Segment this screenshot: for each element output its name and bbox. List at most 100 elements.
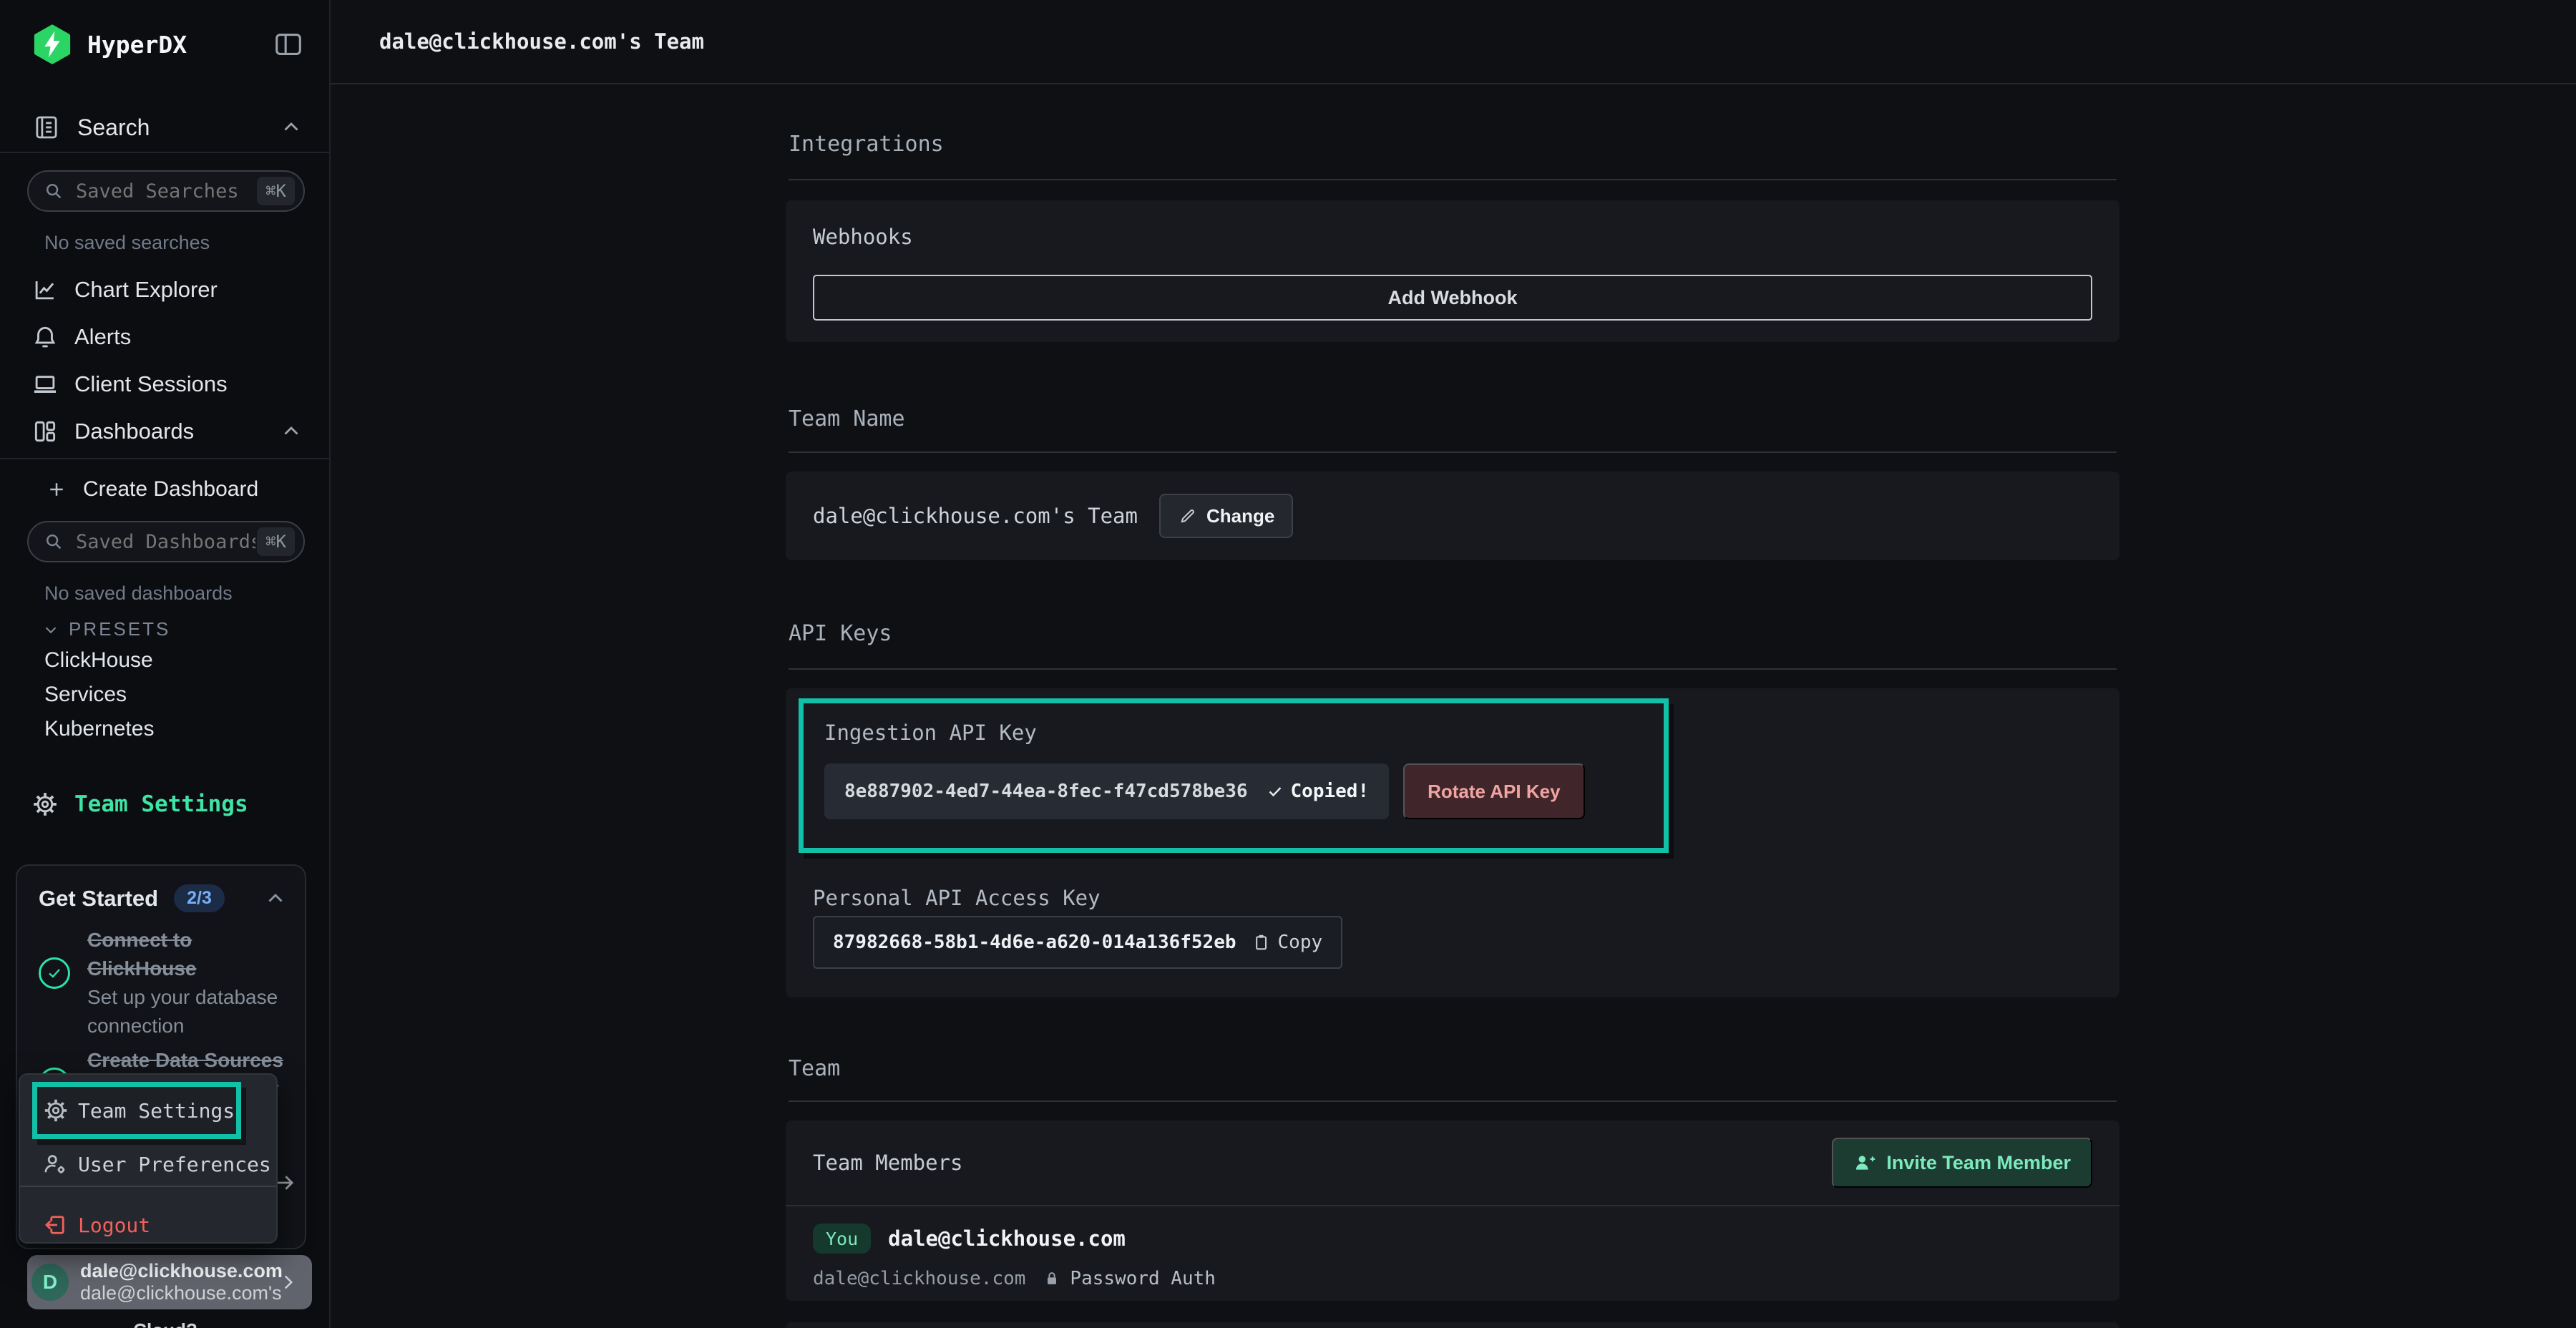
- avatar: D: [31, 1264, 69, 1301]
- saved-dashboards-input[interactable]: ⌘K: [27, 521, 305, 562]
- member-email-secondary: dale@clickhouse.com: [813, 1268, 1025, 1289]
- search-section-icon: [31, 112, 62, 142]
- sidebar-section-search[interactable]: Search: [0, 106, 329, 149]
- saved-searches-shortcut: ⌘K: [257, 177, 295, 205]
- webhooks-card: Webhooks Add Webhook: [786, 200, 2119, 342]
- preset-clickhouse[interactable]: ClickHouse: [44, 648, 153, 673]
- saved-dashboards-field[interactable]: [74, 530, 257, 554]
- chevron-up-icon[interactable]: [263, 887, 288, 911]
- sidebar-item-label: Client Sessions: [74, 371, 303, 397]
- pencil-icon: [1178, 506, 1198, 526]
- team-settings-link-label: Team Settings: [74, 791, 248, 817]
- member-auth-method: Password Auth: [1070, 1268, 1216, 1289]
- saved-dashboards-shortcut: ⌘K: [257, 527, 295, 556]
- no-saved-dashboards-note: No saved dashboards: [44, 582, 233, 605]
- webhooks-label: Webhooks: [813, 225, 2092, 249]
- ingestion-key-value: 8e887902-4ed7-44ea-8fec-f47cd578be36: [844, 781, 1248, 802]
- sidebar-divider: [0, 458, 329, 459]
- create-dashboard-button[interactable]: Create Dashboard: [0, 474, 329, 505]
- gear-icon: [42, 1097, 71, 1124]
- plus-icon: [46, 479, 67, 500]
- section-divider: [789, 451, 2117, 453]
- settings-content: Integrations Webhooks Add Webhook Team N…: [789, 84, 2117, 1328]
- gear-icon: [31, 791, 59, 818]
- team-name-card: dale@clickhouse.com's Team Change: [786, 472, 2119, 560]
- sidebar-item-alerts[interactable]: Alerts: [0, 320, 329, 354]
- collapse-sidebar-icon[interactable]: [272, 28, 305, 61]
- menu-item-logout[interactable]: Logout: [42, 1209, 150, 1241]
- change-button-label: Change: [1206, 505, 1274, 527]
- saved-searches-input[interactable]: ⌘K: [27, 170, 305, 212]
- menu-item-label: Logout: [78, 1214, 150, 1237]
- chevron-up-icon[interactable]: [279, 419, 303, 444]
- search-icon: [43, 531, 64, 552]
- hyperdx-logo-icon: [31, 24, 73, 65]
- search-icon: [43, 180, 64, 202]
- step-title: Connect to ClickHouse: [87, 929, 197, 980]
- sidebar-item-label: Dashboards: [74, 419, 279, 444]
- user-gear-icon: [42, 1151, 71, 1177]
- preset-kubernetes[interactable]: Kubernetes: [44, 717, 154, 741]
- section-divider: [789, 668, 2117, 670]
- sidebar-item-chart-explorer[interactable]: Chart Explorer: [0, 273, 329, 307]
- chart-explorer-icon: [31, 276, 59, 303]
- rotate-api-key-button[interactable]: Rotate API Key: [1403, 763, 1584, 819]
- clipboard-icon: [1251, 932, 1271, 952]
- chevron-right-icon: [276, 1270, 301, 1294]
- dashboards-icon: [31, 418, 59, 445]
- team-members-label: Team Members: [813, 1151, 963, 1175]
- copied-label: Copied!: [1291, 781, 1370, 802]
- menu-item-label: Team Settings: [78, 1099, 235, 1123]
- user-account-chip[interactable]: D dale@clickhouse.com dale@clickhouse.co…: [27, 1255, 312, 1309]
- team-header: Team: [789, 1056, 840, 1081]
- sidebar-item-client-sessions[interactable]: Client Sessions: [0, 367, 329, 401]
- sidebar-item-label: Chart Explorer: [74, 277, 303, 303]
- menu-item-team-settings[interactable]: Team Settings: [42, 1089, 241, 1132]
- step-complete-check-icon: [39, 957, 70, 989]
- add-webhook-button[interactable]: Add Webhook: [813, 275, 2092, 321]
- personal-key-chip[interactable]: 87982668-58b1-4d6e-a620-014a136f52eb Cop…: [813, 916, 1342, 969]
- bell-icon: [31, 323, 59, 351]
- get-started-title: Get Started: [39, 886, 158, 912]
- team-name-value: dale@clickhouse.com's Team: [813, 504, 1138, 528]
- member-email: dale@clickhouse.com: [888, 1226, 1126, 1251]
- saved-searches-field[interactable]: [74, 180, 257, 203]
- page-title: dale@clickhouse.com's Team: [379, 29, 704, 54]
- sidebar-item-dashboards[interactable]: Dashboards: [0, 414, 329, 449]
- menu-item-user-preferences[interactable]: User Preferences: [42, 1148, 271, 1180]
- integrations-header: Integrations: [789, 132, 944, 157]
- no-saved-searches-note: No saved searches: [44, 232, 210, 254]
- brand-name: HyperDX: [87, 31, 272, 59]
- user-plus-icon: [1853, 1151, 1876, 1174]
- you-badge: You: [813, 1224, 871, 1254]
- team-name-header: Team Name: [789, 406, 905, 431]
- invite-button-label: Invite Team Member: [1886, 1152, 2071, 1174]
- sidebar-team-settings-link[interactable]: Team Settings: [0, 787, 329, 821]
- personal-key-value: 87982668-58b1-4d6e-a620-014a136f52eb: [833, 932, 1236, 953]
- section-divider: [789, 179, 2117, 180]
- annotation-box-team-settings: Team Settings: [32, 1082, 241, 1139]
- presets-toggle[interactable]: PRESETS: [42, 618, 170, 640]
- check-icon: [1267, 783, 1284, 800]
- preset-services[interactable]: Services: [44, 683, 127, 707]
- team-members-card: Team Members Invite Team Member: [786, 1120, 2119, 1301]
- chevron-up-icon[interactable]: [279, 115, 303, 140]
- user-email: dale@clickhouse.com: [80, 1260, 276, 1282]
- ingestion-key-label: Ingestion API Key: [824, 721, 1664, 745]
- logout-icon: [42, 1212, 71, 1238]
- next-card-sliver: [786, 1322, 2119, 1328]
- personal-key-label: Personal API Access Key: [813, 886, 1101, 910]
- popup-divider: [20, 1186, 276, 1187]
- ingestion-key-chip[interactable]: 8e887902-4ed7-44ea-8fec-f47cd578be36 Cop…: [824, 763, 1389, 819]
- lock-icon: [1043, 1269, 1061, 1288]
- section-divider: [789, 1100, 2117, 1102]
- change-team-name-button[interactable]: Change: [1159, 494, 1293, 538]
- get-started-step-1[interactable]: Connect to ClickHouse Set up your databa…: [87, 926, 288, 1040]
- copied-indicator: Copied!: [1267, 781, 1370, 802]
- promo-text-clipped: Cloud?: [0, 1319, 331, 1328]
- app-window: HyperDX Search: [0, 0, 2576, 1328]
- invite-team-member-button[interactable]: Invite Team Member: [1832, 1138, 2092, 1188]
- presets-label: PRESETS: [69, 618, 170, 640]
- sidebar-divider: [0, 152, 329, 153]
- search-section-label: Search: [77, 114, 279, 141]
